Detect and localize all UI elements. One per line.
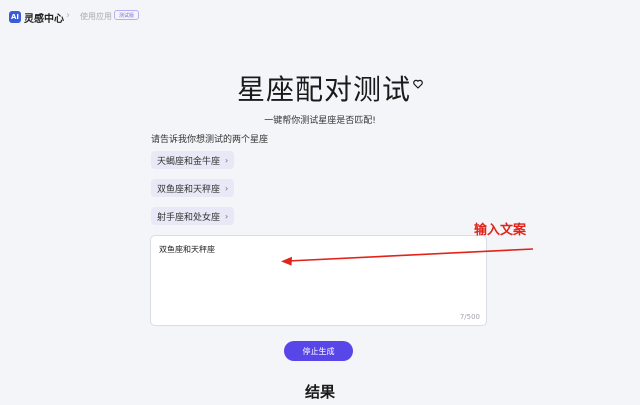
- page-title: 星座配对测试: [237, 73, 412, 106]
- zodiac-input-value: 双鱼座和天秤座: [159, 245, 215, 254]
- app-name[interactable]: 灵感中心: [24, 10, 64, 25]
- chevron-right-icon: ›: [225, 183, 229, 193]
- chevron-right-icon: ›: [225, 155, 229, 165]
- prompt-label: 请告诉我你想测试的两个星座: [151, 135, 269, 145]
- annotation-label: 输入文案: [474, 223, 527, 238]
- suggestion-chip-label: 射手座和处女座: [157, 212, 221, 223]
- chevron-right-icon: ›: [225, 211, 229, 221]
- breadcrumb-separator-icon: ›: [66, 10, 70, 21]
- suggestion-chip-label: 天蝎座和金牛座: [157, 156, 221, 167]
- beta-badge: 测试版: [114, 10, 140, 20]
- zodiac-input[interactable]: 双鱼座和天秤座 7/500: [150, 235, 487, 326]
- breadcrumb-current: 使用应用: [80, 12, 112, 21]
- suggestion-chip-label: 双鱼座和天秤座: [157, 184, 221, 195]
- char-counter: 7/500: [459, 313, 480, 321]
- page-subtitle: 一键帮你测试星座是否匹配!: [264, 116, 376, 126]
- top-bar: AI 灵感中心 › 使用应用 测试版: [0, 0, 640, 30]
- suggestion-chip[interactable]: 双鱼座和天秤座 ›: [151, 179, 235, 197]
- result-heading: 结果: [304, 383, 335, 401]
- heart-icon[interactable]: [412, 78, 424, 90]
- suggestion-chip[interactable]: 射手座和处女座 ›: [151, 207, 235, 225]
- ai-logo-icon[interactable]: AI: [9, 11, 21, 23]
- stop-generation-button[interactable]: 停止生成: [284, 341, 353, 361]
- suggestion-chip[interactable]: 天蝎座和金牛座 ›: [151, 151, 235, 169]
